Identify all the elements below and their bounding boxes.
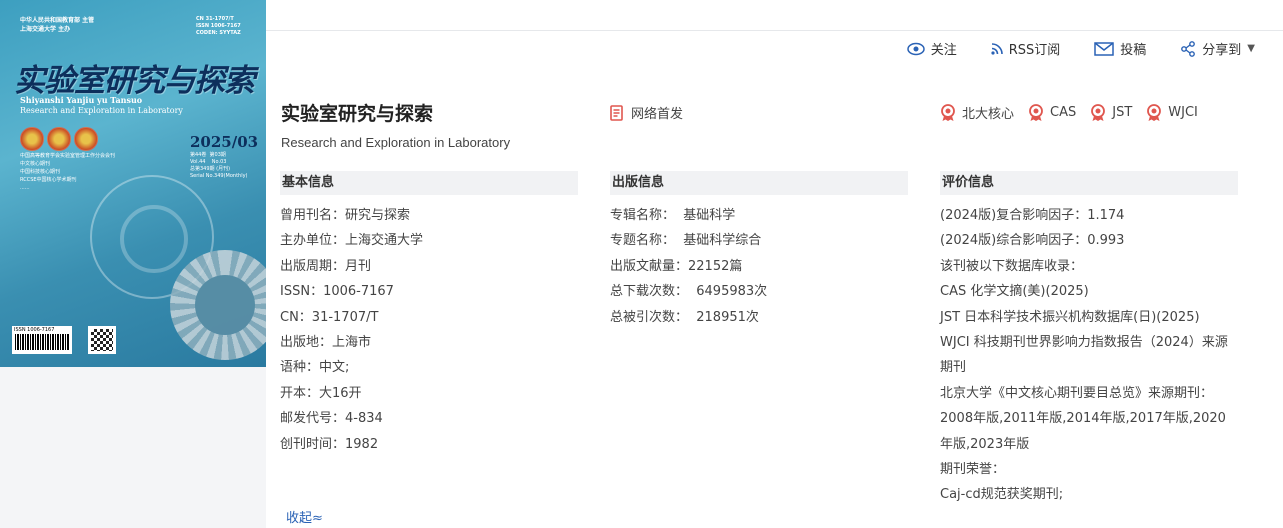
publish-info-heading: 出版信息 [610, 171, 908, 195]
cover-issue: 2025/03 [190, 133, 259, 151]
qr-code-icon [88, 326, 116, 354]
info-row: 出版周期：月刊 [280, 258, 372, 274]
info-row: 总被引次数： 218951次 [610, 309, 759, 325]
info-row: WJCI 科技期刊世界影响力指数报告（2024）来源期刊 [940, 335, 1228, 376]
submit-button[interactable]: 投稿 [1094, 39, 1146, 58]
journal-subtitle: Research and Exploration in Laboratory [281, 135, 511, 150]
info-row: Caj-cd规范获奖期刊; [940, 487, 1064, 503]
tag-jst: JST [1090, 103, 1132, 122]
info-row: JST 日本科学技术振兴机构数据库(日)(2025) [940, 309, 1200, 325]
cover-issue-sub: 第44卷 第03期 Vol.44 No.03 总第349期 (月刊) Seria… [190, 152, 248, 179]
info-row: 语种：中文; [280, 360, 350, 376]
journal-title: 实验室研究与探索 [281, 103, 434, 125]
tag-label: WJCI [1168, 105, 1198, 120]
rss-icon [991, 42, 1003, 55]
top-strip [266, 0, 1283, 31]
info-row: CN：31-1707/T [280, 309, 379, 325]
info-row: 2008年版,2011年版,2014年版,2017年版,2020年版,2023年… [940, 411, 1226, 452]
cover-en-title: Research and Exploration in Laboratory [20, 106, 183, 115]
info-row: 开本：大16开 [280, 385, 362, 401]
info-row: 总下载次数： 6495983次 [610, 284, 768, 300]
barcode-icon [15, 334, 69, 350]
rss-label: RSS订阅 [1008, 43, 1061, 58]
award-icon [1091, 103, 1106, 121]
tag-wjci: WJCI [1146, 103, 1198, 122]
gear-decoration [170, 250, 266, 360]
tag-label: JST [1112, 105, 1133, 120]
eye-icon [906, 42, 925, 55]
badge-icon [20, 127, 44, 151]
info-row: 出版地：上海市 [280, 335, 372, 351]
info-row: 期刊荣誉： [940, 462, 1006, 478]
first-pub-badge[interactable]: 网络首发 [610, 103, 683, 122]
info-row: CAS 化学文摘(美)(2025) [940, 284, 1089, 300]
info-row: (2024版)综合影响因子：0.993 [940, 233, 1125, 249]
info-row: 创刊时间：1982 [280, 436, 379, 452]
share-label: 分享到 [1202, 43, 1242, 58]
barcode: ISSN 1006-7167 [12, 326, 72, 354]
evaluation-info-heading: 评价信息 [940, 171, 1238, 195]
action-bar: 关注 RSS订阅 投稿 分享到 ▼ [906, 39, 1255, 58]
document-icon [610, 104, 623, 121]
barcode-issn: ISSN 1006-7167 [14, 327, 55, 333]
cover-pinyin: Shiyanshi Yanjiu yu Tansuo [20, 95, 143, 105]
share-button[interactable]: 分享到 ▼ [1180, 39, 1255, 58]
index-tags: 北大核心 CAS JST WJCI [940, 103, 1198, 122]
collapse-link[interactable]: 收起≈ [286, 507, 323, 526]
cover-index-list: 中国高等教育学会实验室管理工作分会会刊 中文核心期刊 中国科技核心期刊 RCCS… [20, 153, 116, 191]
info-row: ISSN：1006-7167 [280, 284, 394, 300]
info-row: 邮发代号：4-834 [280, 411, 383, 427]
tag-label: CAS [1050, 105, 1077, 120]
tag-label: 北大核心 [962, 107, 1015, 122]
cover-title: 实验室研究与探索 [14, 63, 255, 99]
evaluation-info-section: 评价信息 (2024版)复合影响因子：1.174 (2024版)综合影响因子：0… [940, 171, 1238, 508]
basic-info-section: 基本信息 曾用刊名：研究与探索 主办单位：上海交通大学 出版周期：月刊 ISSN… [280, 171, 578, 457]
badge-icon [74, 127, 98, 151]
badge-icon [47, 127, 71, 151]
cover-badges [20, 127, 98, 151]
info-row: 北京大学《中文核心期刊要目总览》来源期刊： [940, 385, 1214, 401]
gear-decoration [120, 205, 188, 273]
follow-label: 关注 [930, 43, 957, 58]
caret-down-icon: ▼ [1247, 43, 1255, 54]
share-icon [1181, 40, 1196, 57]
cover-publisher: 中华人民共和国教育部 主管 上海交通大学 主办 [20, 17, 95, 33]
rss-button[interactable]: RSS订阅 [991, 39, 1061, 58]
info-row: 专辑名称： 基础科学 [610, 208, 736, 223]
award-icon [1029, 103, 1043, 121]
tag-cas: CAS [1028, 103, 1076, 122]
info-row: 曾用刊名：研究与探索 [280, 208, 411, 223]
info-row: 专题名称： 基础科学综合 [610, 233, 762, 249]
cover-codes: CN 31-1707/T ISSN 1006-7167 CODEN: SYYTA… [196, 16, 241, 36]
info-row: 出版文献量：22152篇 [610, 258, 743, 274]
info-row: 主办单位：上海交通大学 [280, 233, 424, 249]
award-icon [941, 103, 955, 121]
tag-pku-core: 北大核心 [940, 103, 1014, 122]
award-icon [1147, 103, 1162, 121]
publish-info-section: 出版信息 专辑名称： 基础科学 专题名称： 基础科学综合 出版文献量：22152… [610, 171, 908, 330]
first-pub-label: 网络首发 [631, 107, 684, 122]
info-row: (2024版)复合影响因子：1.174 [940, 208, 1125, 223]
mail-icon [1094, 41, 1115, 56]
follow-button[interactable]: 关注 [906, 39, 957, 58]
journal-cover: 中华人民共和国教育部 主管 上海交通大学 主办 CN 31-1707/T ISS… [0, 0, 266, 367]
submit-label: 投稿 [1120, 43, 1147, 58]
info-row: 该刊被以下数据库收录： [940, 258, 1084, 274]
basic-info-heading: 基本信息 [280, 171, 578, 195]
